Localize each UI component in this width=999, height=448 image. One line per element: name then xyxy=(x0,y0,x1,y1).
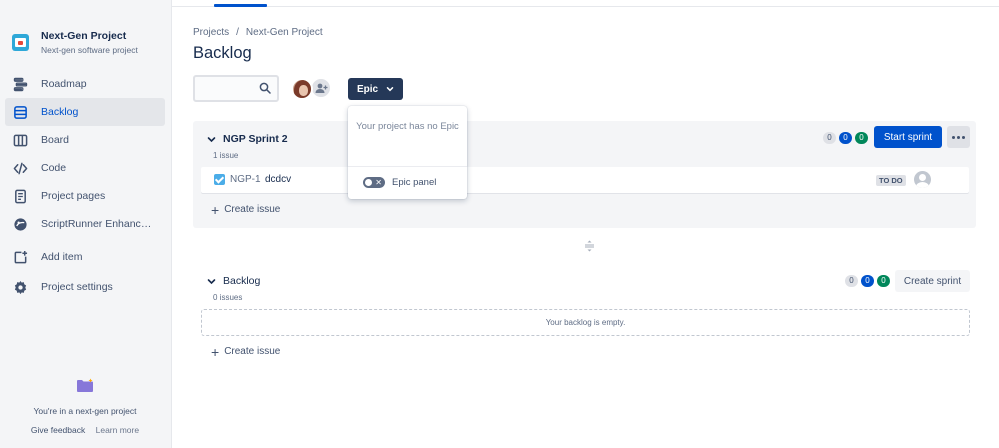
toggle-off-icon: ✕ xyxy=(375,178,382,187)
breadcrumb-projects[interactable]: Projects xyxy=(193,27,229,38)
code-icon xyxy=(13,161,28,176)
epic-panel-toggle[interactable]: ✕ xyxy=(363,177,385,188)
todo-count-badge: 0 xyxy=(823,132,836,144)
sidebar-item-board[interactable]: Board xyxy=(5,126,165,154)
gear-icon xyxy=(13,280,28,295)
sidebar-item-project-pages[interactable]: Project pages xyxy=(5,182,165,210)
issue-summary: dcdcv xyxy=(265,174,292,185)
drag-handle-icon[interactable] xyxy=(584,240,595,252)
backlog-create-issue-button[interactable]: + Create issue xyxy=(211,343,281,360)
sidebar-item-add-item[interactable]: Add item xyxy=(5,243,165,271)
sprint-create-issue-button[interactable]: + Create issue xyxy=(211,201,281,218)
add-people-avatar[interactable] xyxy=(310,77,332,99)
issue-key[interactable]: NGP-1 xyxy=(230,174,261,185)
project-type: Next-gen software project xyxy=(41,45,138,55)
sidebar-item-label: Project settings xyxy=(41,281,113,293)
sidebar-footer: You're in a next-gen project Give feedba… xyxy=(0,378,170,435)
create-sprint-button[interactable]: Create sprint xyxy=(895,270,970,292)
more-actions-button[interactable] xyxy=(947,126,970,148)
chevron-down-icon xyxy=(207,278,216,284)
sidebar-item-scriptrunner[interactable]: ScriptRunner Enhanced ... xyxy=(5,210,165,238)
pages-icon xyxy=(13,189,28,204)
done-count-badge: 0 xyxy=(877,275,890,287)
sidebar-item-roadmap[interactable]: Roadmap xyxy=(5,70,165,98)
story-type-icon xyxy=(214,174,225,185)
create-issue-label: Create issue xyxy=(224,204,281,215)
todo-count-badge: 0 xyxy=(845,275,858,287)
search-icon xyxy=(259,82,271,94)
project-name: Next-Gen Project xyxy=(41,30,127,42)
breadcrumb-separator: / xyxy=(236,27,239,38)
plus-icon: + xyxy=(211,343,220,360)
top-nav-border xyxy=(172,6,999,7)
plus-icon: + xyxy=(211,201,220,218)
sidebar-item-label: Add item xyxy=(41,251,83,263)
give-feedback-link[interactable]: Give feedback xyxy=(31,425,85,435)
nextgen-message: You're in a next-gen project xyxy=(33,406,137,416)
unassigned-avatar-icon[interactable] xyxy=(914,171,931,188)
in-progress-count-badge: 0 xyxy=(861,275,874,287)
more-icon xyxy=(952,135,955,139)
backlog-empty-dropzone: Your backlog is empty. xyxy=(201,309,970,336)
sidebar-item-label: Project pages xyxy=(41,190,106,202)
board-icon xyxy=(13,133,28,148)
backlog-name: Backlog xyxy=(223,275,261,287)
epic-panel-label: Epic panel xyxy=(392,177,437,188)
backlog-status-counts: 0 0 0 xyxy=(845,275,893,287)
epic-filter-button[interactable]: Epic xyxy=(348,78,403,100)
search-input[interactable] xyxy=(193,75,279,102)
in-progress-count-badge: 0 xyxy=(839,132,852,144)
status-badge[interactable]: TO DO xyxy=(876,175,906,186)
done-count-badge: 0 xyxy=(855,132,868,144)
sidebar-item-label: Roadmap xyxy=(41,78,87,90)
sprint-status-counts: 0 0 0 xyxy=(823,132,871,144)
create-issue-label: Create issue xyxy=(224,346,281,357)
popup-divider xyxy=(348,166,467,167)
chevron-down-icon xyxy=(386,87,394,92)
nextgen-folder-icon xyxy=(77,378,93,392)
epic-panel-toggle-row[interactable]: ✕ Epic panel xyxy=(363,177,436,188)
chevron-down-icon xyxy=(207,136,216,142)
breadcrumb-project[interactable]: Next-Gen Project xyxy=(246,27,323,38)
backlog-empty-message: Your backlog is empty. xyxy=(545,318,626,327)
add-item-icon xyxy=(13,250,28,265)
user-avatar[interactable] xyxy=(291,78,313,100)
page-title: Backlog xyxy=(193,44,252,62)
scriptrunner-icon xyxy=(13,217,28,232)
issue-row[interactable]: NGP-1 dcdcv TO DO xyxy=(201,167,969,193)
start-sprint-button[interactable]: Start sprint xyxy=(874,126,942,148)
backlog-issue-count: 0 issues xyxy=(213,293,243,302)
epic-dropdown-popup: Your project has no Epic ✕ Epic panel xyxy=(348,106,467,199)
sidebar-item-project-settings[interactable]: Project settings xyxy=(5,273,165,301)
sidebar-item-label: ScriptRunner Enhanced ... xyxy=(41,218,156,230)
breadcrumb: Projects / Next-Gen Project xyxy=(193,27,323,38)
sidebar-item-label: Code xyxy=(41,162,67,174)
sprint-header[interactable]: NGP Sprint 2 xyxy=(207,133,288,145)
epic-button-label: Epic xyxy=(356,83,379,95)
backlog-icon xyxy=(13,105,28,120)
no-epic-message: Your project has no Epic xyxy=(356,121,459,132)
project-avatar-icon xyxy=(12,34,29,51)
sidebar-item-label: Board xyxy=(41,134,70,146)
sidebar-item-code[interactable]: Code xyxy=(5,154,165,182)
backlog-header[interactable]: Backlog xyxy=(207,275,260,287)
sprint-name: NGP Sprint 2 xyxy=(223,133,288,145)
sidebar-item-label: Backlog xyxy=(41,106,79,118)
sidebar-item-backlog[interactable]: Backlog xyxy=(5,98,165,126)
project-header[interactable]: Next-Gen Project Next-gen software proje… xyxy=(12,30,138,56)
sprint-issue-count: 1 issue xyxy=(213,151,239,160)
add-people-icon xyxy=(315,83,327,93)
learn-more-link[interactable]: Learn more xyxy=(96,425,139,435)
sidebar-nav: Roadmap Backlog Board Code Project pages xyxy=(5,70,165,301)
top-nav-active-indicator xyxy=(214,4,267,7)
sidebar: Next-Gen Project Next-gen software proje… xyxy=(0,0,172,448)
roadmap-icon xyxy=(13,77,28,92)
